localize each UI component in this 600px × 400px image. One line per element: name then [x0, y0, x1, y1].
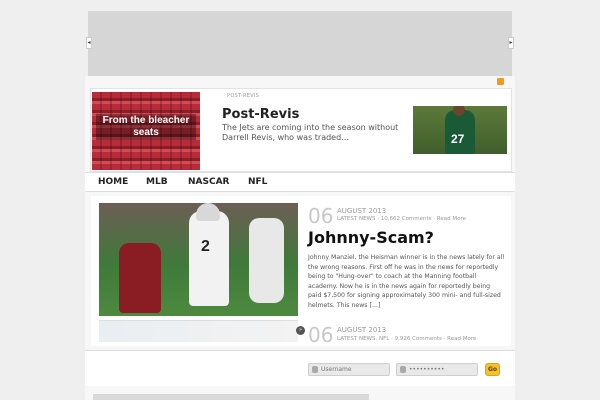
post-day: 06 [308, 323, 334, 347]
bottom-strip [93, 394, 369, 400]
post-comments-link[interactable]: 9,926 Comments [395, 336, 442, 342]
post-title[interactable]: Johnny-Scam? [308, 228, 434, 247]
read-more-link[interactable]: Read More [437, 216, 466, 222]
lock-icon [400, 366, 406, 373]
quarterback-figure [189, 211, 229, 306]
banner-prev-arrow[interactable]: ◂ [86, 37, 92, 49]
jersey-number: 27 [451, 132, 465, 146]
password-value: •••••••••• [409, 366, 445, 373]
username-placeholder: Username [321, 366, 352, 373]
password-field[interactable]: •••••••••• [396, 363, 478, 376]
username-field[interactable]: Username [308, 363, 390, 376]
background-player-figure [249, 218, 284, 303]
featured-post-excerpt: The Jets are coming into the season with… [222, 123, 399, 142]
post-category-link[interactable]: LATEST NEWS [337, 216, 375, 222]
user-icon [312, 366, 318, 373]
nav-item-nascar[interactable]: NASCAR [188, 177, 229, 187]
helmet-graphic [196, 203, 220, 221]
nav-item-nfl[interactable]: NFL [248, 177, 267, 187]
post-month: AUGUST 2013 [337, 207, 387, 215]
post-image-next[interactable] [99, 320, 298, 342]
breadcrumb[interactable]: POST-REVIS [227, 93, 259, 99]
read-more-link[interactable]: Read More [447, 336, 476, 342]
rss-icon[interactable] [497, 78, 504, 85]
post-image[interactable]: 2 [99, 203, 298, 316]
post-meta: LATEST NEWS, NFL · 9,926 Comments · Read… [337, 336, 477, 342]
site-logo[interactable]: From the bleacher seats [92, 92, 200, 170]
post-comments-link[interactable]: 10,662 Comments [381, 216, 432, 222]
nav-item-home[interactable]: HOME [98, 177, 128, 187]
post-category-link[interactable]: LATEST NEWS, NFL [337, 336, 389, 342]
logo-text: From the bleacher seats [96, 114, 196, 140]
nav-item-mlb[interactable]: MLB [146, 177, 168, 187]
featured-post-thumbnail[interactable]: 27 [413, 106, 507, 154]
top-banner [88, 11, 512, 76]
banner-next-arrow[interactable]: ▸ [508, 37, 514, 49]
post-excerpt: Johnny Manziel, the Heisman winner is in… [308, 254, 505, 309]
main-navigation: HOME MLB NASCAR NFL [85, 172, 515, 192]
post-meta: LATEST NEWS · 10,662 Comments · Read Mor… [337, 216, 466, 222]
post-day: 06 [308, 204, 334, 228]
login-go-button[interactable]: Go [485, 363, 500, 376]
slider-next-button[interactable]: » [296, 326, 305, 335]
post-month: AUGUST 2013 [337, 326, 387, 334]
featured-post-title[interactable]: Post-Revis [222, 107, 299, 122]
defender-figure [119, 243, 161, 313]
jersey-number: 2 [201, 238, 210, 255]
